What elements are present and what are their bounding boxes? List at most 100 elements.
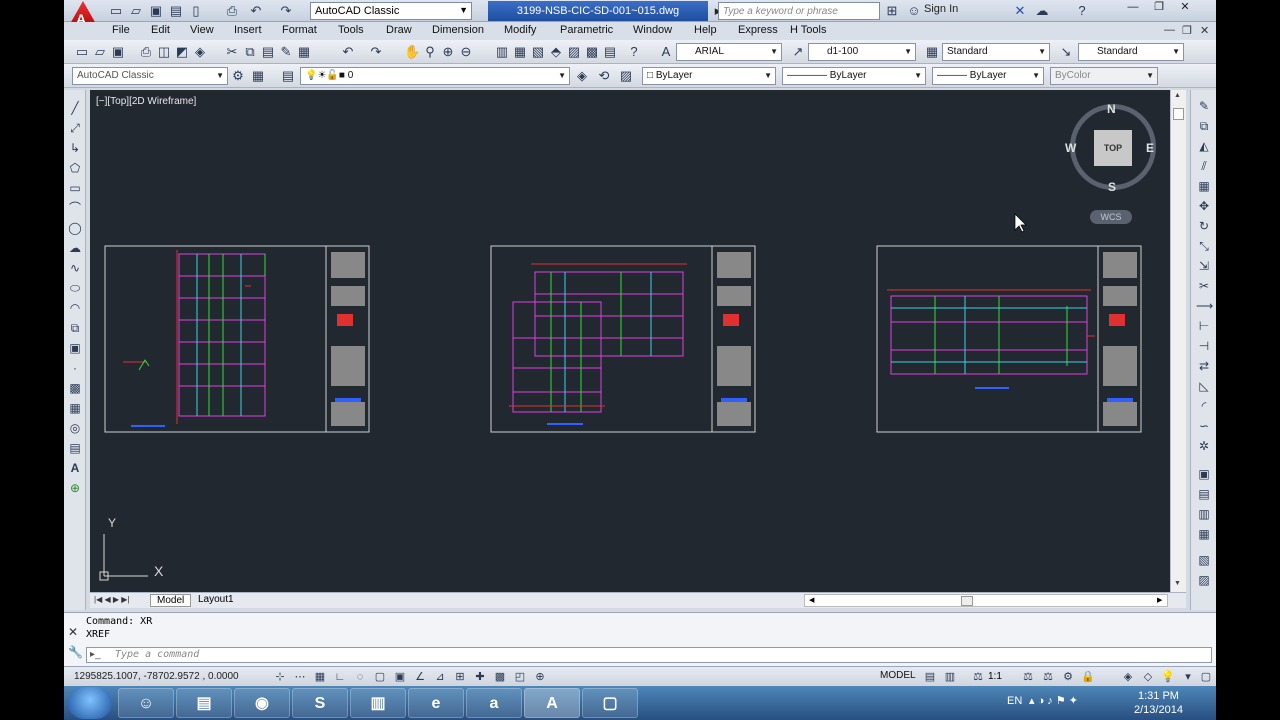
scroll-down-icon[interactable]: ▼: [1174, 580, 1181, 587]
insert-block-icon[interactable]: ⧉: [67, 320, 83, 336]
calculator-icon[interactable]: ▤: [602, 44, 618, 60]
send-under-icon[interactable]: ▦: [1196, 526, 1212, 542]
close-icon[interactable]: ✕: [68, 625, 78, 639]
viewcube-face-top[interactable]: TOP: [1094, 130, 1132, 166]
chamfer-icon[interactable]: ◺: [1196, 378, 1212, 394]
scroll-right-icon[interactable]: ▶: [1157, 596, 1162, 604]
hatch-icon[interactable]: ▩: [67, 380, 83, 396]
menu-insert[interactable]: Insert: [234, 24, 262, 36]
menu-modify[interactable]: Modify: [504, 24, 536, 36]
multileader-style-dropdown[interactable]: Standard ▼: [1078, 43, 1184, 61]
selection-cycling-icon[interactable]: ⊕: [532, 669, 548, 685]
match-properties-icon[interactable]: ✎: [278, 44, 294, 60]
menu-dimension[interactable]: Dimension: [432, 24, 484, 36]
menu-window[interactable]: Window: [633, 24, 672, 36]
auto-scale-icon[interactable]: ⚖: [1040, 669, 1056, 685]
search-input[interactable]: Type a keyword or phrase: [718, 2, 880, 20]
close-icon[interactable]: ✕: [1172, 0, 1198, 16]
draw-order-back-icon[interactable]: ▤: [1196, 486, 1212, 502]
scale-icon[interactable]: ⤡: [1196, 238, 1212, 254]
lineweight-icon[interactable]: ✚: [472, 669, 488, 685]
revision-cloud-icon[interactable]: ☁: [67, 240, 83, 256]
undo-icon[interactable]: ↶: [340, 44, 356, 60]
plot-icon[interactable]: ⎙: [224, 3, 240, 19]
text-style-dropdown[interactable]: ARIAL ▼: [676, 43, 782, 61]
offset-icon[interactable]: ⫽: [1196, 158, 1212, 174]
language-indicator[interactable]: EN: [1007, 695, 1022, 707]
binoculars-icon[interactable]: ⊞: [884, 3, 900, 19]
wrench-icon[interactable]: 🔧: [68, 645, 83, 659]
menu-restore-icon[interactable]: ❐: [1182, 24, 1192, 37]
exchange-icon[interactable]: ✕: [1012, 3, 1028, 19]
polyline-icon[interactable]: ↳: [67, 140, 83, 156]
taskbar-app-skype[interactable]: S: [292, 688, 348, 718]
taskbar-app-explorer[interactable]: ▤: [176, 688, 232, 718]
open-icon[interactable]: ▱: [92, 44, 108, 60]
object-snap-icon[interactable]: ▢: [372, 669, 388, 685]
redo-icon[interactable]: ↷: [278, 3, 294, 19]
help-icon[interactable]: ?: [1074, 3, 1090, 19]
dim-style-icon[interactable]: ↗: [790, 44, 806, 60]
stretch-icon[interactable]: ⇲: [1196, 258, 1212, 274]
tab-layout1[interactable]: Layout1: [192, 594, 240, 605]
menu-minimize-icon[interactable]: —: [1164, 24, 1175, 36]
workspace-switching-icon[interactable]: ⚙: [1060, 669, 1076, 685]
tool-palettes-icon[interactable]: ▧: [530, 44, 546, 60]
table-style-dropdown[interactable]: Standard ▼: [942, 43, 1050, 61]
hatch-back-icon[interactable]: ▨: [1196, 572, 1212, 588]
print-preview-icon[interactable]: ▯: [188, 3, 204, 19]
taskbar-app-window[interactable]: ▢: [582, 688, 638, 718]
text-front-icon[interactable]: ▧: [1196, 552, 1212, 568]
lineweight-dropdown[interactable]: ——— ByLayer ▼: [932, 67, 1044, 85]
autodesk-360-icon[interactable]: ☁: [1034, 3, 1050, 19]
undo-icon[interactable]: ↶: [248, 3, 264, 19]
quick-view-layouts-icon[interactable]: ▤: [922, 669, 938, 685]
workspace-save-icon[interactable]: ▦: [250, 68, 266, 84]
layer-dropdown[interactable]: 💡☀🔓■ 0 ▼: [300, 67, 570, 85]
menu-format[interactable]: Format: [282, 24, 317, 36]
compass-west[interactable]: W: [1065, 141, 1076, 155]
compass-north[interactable]: N: [1107, 102, 1116, 116]
minimize-icon[interactable]: —: [1120, 1, 1146, 17]
dynamic-input-icon[interactable]: ⊞: [452, 669, 468, 685]
restore-icon[interactable]: ❐: [1146, 0, 1172, 16]
scroll-thumb[interactable]: [1173, 108, 1184, 120]
rotate-icon[interactable]: ↻: [1196, 218, 1212, 234]
coordinates-readout[interactable]: 1295825.1007, -78702.9572 , 0.0000: [74, 671, 239, 682]
menu-view[interactable]: View: [190, 24, 214, 36]
menu-draw[interactable]: Draw: [386, 24, 412, 36]
horizontal-scrollbar[interactable]: ◀ ▶: [804, 594, 1168, 607]
construction-line-icon[interactable]: ⤢: [67, 120, 83, 136]
scroll-left-icon[interactable]: ◀: [809, 596, 814, 604]
linetype-dropdown[interactable]: ———— ByLayer ▼: [782, 67, 926, 85]
zoom-previous-icon[interactable]: ⊖: [458, 44, 474, 60]
table-style-icon[interactable]: ▦: [924, 44, 940, 60]
start-button[interactable]: [68, 687, 112, 719]
annotation-visibility-icon[interactable]: ⚖: [1020, 669, 1036, 685]
zoom-window-icon[interactable]: ⊕: [440, 44, 456, 60]
make-current-layer-icon[interactable]: ◈: [574, 68, 590, 84]
break-icon[interactable]: ⊣: [1196, 338, 1212, 354]
extend-icon[interactable]: ⟶: [1196, 298, 1213, 314]
arc-icon[interactable]: ⌒: [67, 200, 83, 216]
open-icon[interactable]: ▱: [128, 3, 144, 19]
model-space-button[interactable]: MODEL: [880, 670, 916, 681]
quick-properties-icon[interactable]: ◰: [512, 669, 528, 685]
lightbulb-icon[interactable]: 💡: [1160, 669, 1176, 685]
layer-states-icon[interactable]: ▨: [618, 68, 634, 84]
design-center-icon[interactable]: ▦: [512, 44, 528, 60]
taskbar-app-books[interactable]: ▥: [350, 688, 406, 718]
dim-style-dropdown[interactable]: d1-100 ▼: [808, 43, 916, 61]
menu-parametric[interactable]: Parametric: [560, 24, 613, 36]
hscroll-thumb[interactable]: [961, 596, 973, 606]
make-block-icon[interactable]: ▣: [67, 340, 83, 356]
taskbar-app-ie[interactable]: e: [408, 688, 464, 718]
compass-south[interactable]: S: [1108, 180, 1116, 194]
trim-icon[interactable]: ✂: [1196, 278, 1212, 294]
block-editor-icon[interactable]: ▦: [296, 44, 312, 60]
transparency-icon[interactable]: ▩: [492, 669, 508, 685]
dynamic-ucs-icon[interactable]: ⊿: [432, 669, 448, 685]
gradient-icon[interactable]: ▦: [67, 400, 83, 416]
taskbar-app-firefox[interactable]: ◉: [234, 688, 290, 718]
multiline-text-icon[interactable]: A: [67, 460, 83, 476]
